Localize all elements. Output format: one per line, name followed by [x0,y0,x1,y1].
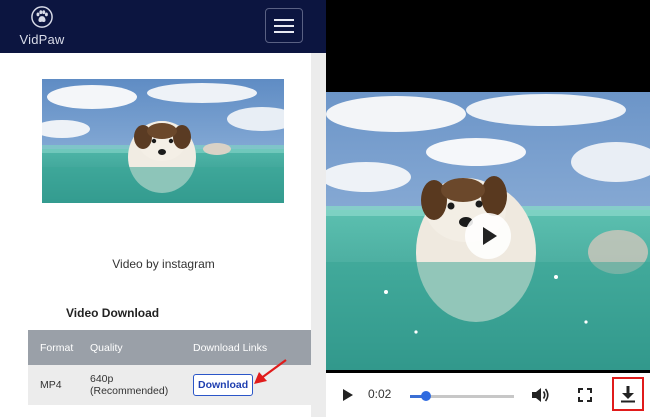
play-icon[interactable] [342,388,354,402]
player-controls: 0:02 [326,373,650,417]
cell-format: MP4 [28,365,90,405]
play-icon [483,227,497,245]
seek-bar[interactable] [410,391,514,401]
seek-handle[interactable] [420,391,431,401]
download-button[interactable]: Download [193,374,254,396]
video-thumbnail[interactable] [42,79,284,203]
site-logo[interactable]: VidPaw [18,6,66,47]
quality-value: 640p [90,373,114,385]
video-caption: Video by instagram [112,257,215,271]
pane-divider [311,53,326,417]
logo-text: VidPaw [19,32,65,47]
download-icon-button[interactable] [612,377,644,411]
play-overlay-button[interactable] [465,213,511,259]
red-arrow-icon [254,359,287,384]
vidpaw-page: VidPaw Video by instagram Video Download… [0,0,326,417]
hamburger-menu-icon[interactable] [265,8,303,43]
current-time: 0:02 [368,387,392,401]
quality-note: (Recommended) [90,385,169,397]
download-icon [621,386,635,403]
fullscreen-icon[interactable] [578,388,592,402]
volume-icon[interactable] [531,386,551,404]
cell-quality: 640p (Recommended) [90,365,193,405]
site-header: VidPaw [0,0,326,53]
column-header-quality: Quality [90,330,193,365]
section-title: Video Download [66,306,160,320]
paw-logo-icon [31,6,53,28]
video-player: 0:02 [326,0,650,417]
column-header-format: Format [28,330,90,365]
